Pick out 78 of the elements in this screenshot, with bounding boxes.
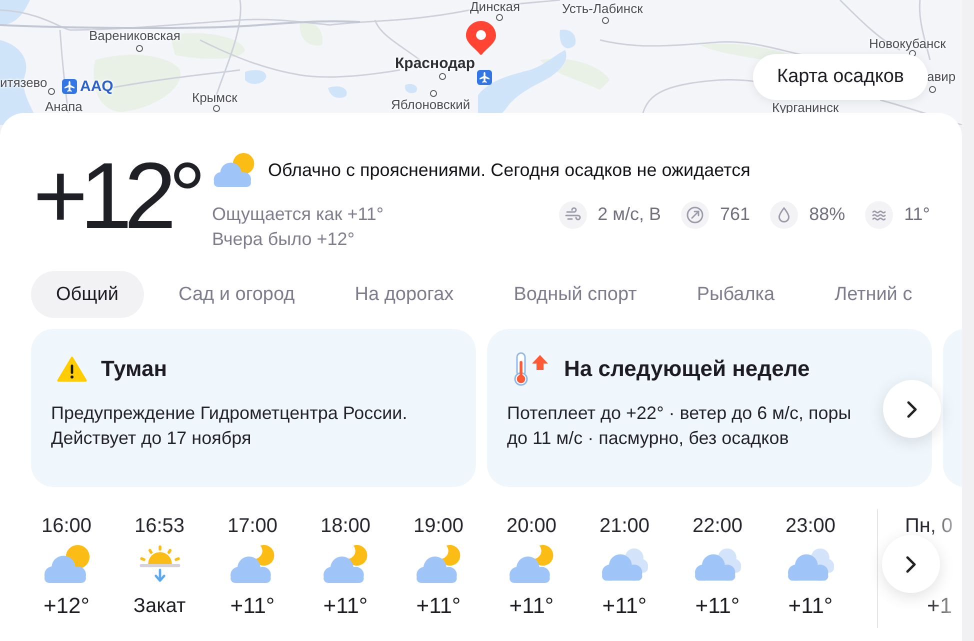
card-text: Предупреждение Гидрометцентра России. Действует до 17 ноября [51,402,408,450]
cloud-moon-icon [322,545,368,583]
map-label: Курганинск [772,101,839,114]
temperature-label: +11° [509,593,554,619]
map-label: Краснодар [395,56,476,71]
stat-value: 761 [720,204,750,225]
cloud-moon-icon [416,545,462,583]
thermometer-up-icon [513,352,550,386]
hour-time: 19:00 [413,514,464,538]
temperature-label: +11° [695,593,740,619]
water-area [404,84,418,94]
map-label: Анапа [45,100,82,113]
hour-time: 16:53 [134,514,185,538]
temperature-label: +11° [602,593,647,619]
town-dot-icon [496,14,503,21]
tab[interactable]: Рыбалка [672,271,800,318]
water-area [0,0,30,26]
stat-value: 88% [809,204,846,225]
wind-icon [558,200,587,228]
temperature-label: +11° [788,593,833,619]
card-text: Потеплеет до +22° · ветер до 6 м/с, поры до 11 м/с · пасмурно, без осадков [507,402,852,450]
stat-value: 11° [904,204,930,225]
card-title: На следующей неделе [564,356,810,382]
tab[interactable]: Водный спорт [488,271,662,318]
map-label: Крымск [192,91,238,104]
hour-time: 22:00 [692,514,743,538]
condition-text: Облачно с прояснениями. Сегодня осадков не ожидается [268,160,750,180]
map-label: авир [927,70,956,83]
town-dot-icon [48,88,55,95]
cloud-sun-icon [212,153,256,187]
water-area [328,86,347,98]
tab[interactable]: Летний с [810,271,938,318]
hour-time: 18:00 [320,514,371,538]
stat-value: 2 м/с, В [598,204,662,225]
water-drop-icon [770,200,798,228]
waves-icon [865,200,894,228]
chevron-right-icon [907,400,917,418]
cloud-moon-icon [230,545,276,583]
card-title: Туман [101,356,168,382]
airport-icon [477,70,492,85]
hour-time: 16:00 [41,514,92,538]
temperature-label: +12° [43,593,90,619]
feels-like-text: Ощущается как +11° [212,203,384,226]
water-area [245,70,266,84]
hour-time: 21:00 [599,514,650,538]
event-label: Закат [133,594,186,619]
cloud-moon-icon [508,545,554,583]
info-card[interactable]: На следующей неделе Потеплеет до +22° · ветер до 6 м/с, поры до 11 м/с · пасмурно, без осадков [487,329,932,487]
precipitation-map-button[interactable]: Карта осадков [753,54,928,100]
yesterday-text: Вчера было +12° [212,228,356,251]
map-label: итязево [0,76,48,89]
temperature-label: +1 [926,593,953,619]
map-label: Яблоновский [391,98,470,111]
temperature-label: +11° [323,593,368,619]
pressure-gauge-icon [681,200,710,228]
map-label: Динская [470,0,520,13]
map-label: Варениковская [89,29,180,42]
airport-icon [62,79,77,94]
chevron-right-icon [906,556,916,572]
hour-time: 17:00 [227,514,278,538]
day-label: Пн, 0 [905,514,953,538]
map-label: Новокубанск [869,37,946,50]
warning-icon [57,356,87,382]
map-label: Усть-Лабинск [562,2,643,15]
forest-area [300,22,322,46]
current-temperature: +12° [33,149,200,243]
cloud-sun-icon [44,545,90,583]
info-card[interactable]: Туман Предупреждение Гидрометцентра России. Действует до 17 ноября [31,329,476,487]
temperature-label: +11° [416,593,461,619]
hour-time: 20:00 [506,514,557,538]
tab[interactable]: Сад и огород [154,271,320,318]
tab[interactable]: На дорогах [330,271,479,318]
hour-time: 23:00 [785,514,836,538]
water-area [560,30,576,48]
location-pin-icon [466,21,496,55]
map-label: AAQ [80,79,114,94]
tab[interactable]: Общий [31,271,144,318]
temperature-label: +11° [230,593,275,619]
